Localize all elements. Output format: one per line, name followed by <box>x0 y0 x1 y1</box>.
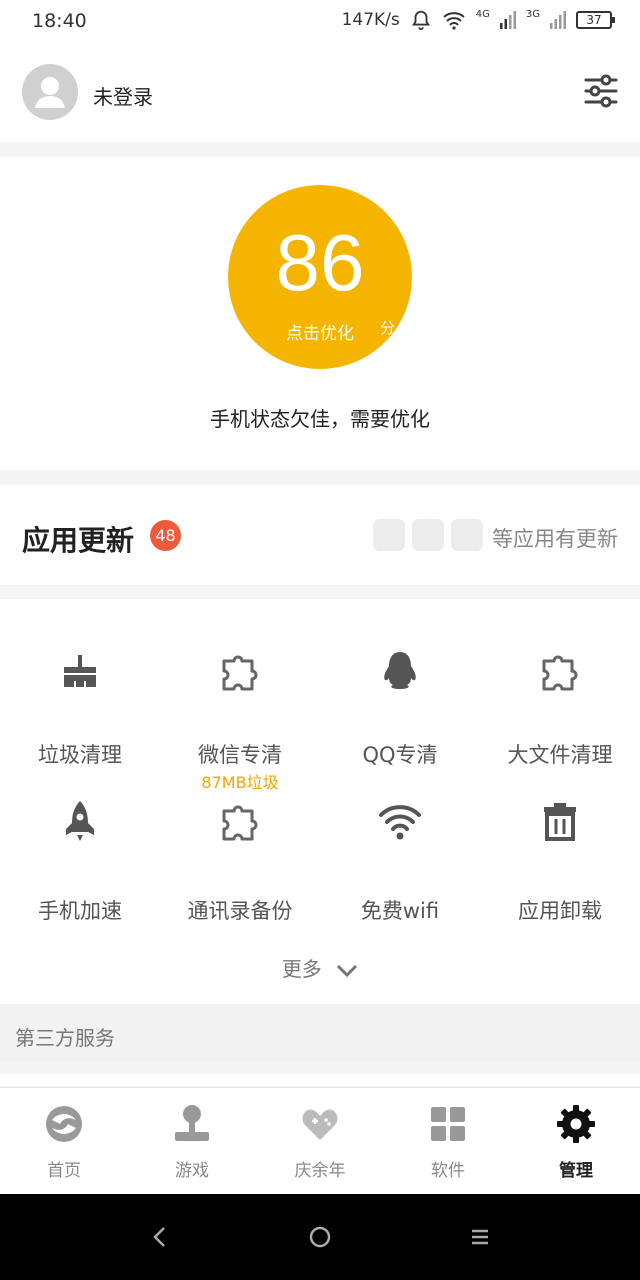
tab-games[interactable]: 游戏 <box>128 1088 256 1195</box>
third-party-title: 第三方服务 <box>15 1026 115 1050</box>
tab-label: 管理 <box>559 1161 593 1181</box>
more-label: 更多 <box>281 957 322 981</box>
tool-label: 垃圾清理 <box>38 743 122 767</box>
login-text[interactable]: 未登录 <box>93 81 153 110</box>
bell-icon <box>411 10 430 31</box>
more-button[interactable]: 更多 <box>0 953 640 982</box>
third-party-content <box>0 1074 640 1086</box>
tab-home[interactable]: 首页 <box>0 1088 128 1195</box>
broom-icon <box>64 655 96 687</box>
optimize-label: 点击优化 <box>286 324 354 344</box>
optimize-button[interactable]: 86 分 点击优化 <box>228 185 412 369</box>
signal-3g-icon: 3G <box>525 8 540 20</box>
wifi-icon <box>379 805 421 840</box>
tool-junk-clean[interactable]: 垃圾清理 <box>0 621 160 771</box>
bottom-tab-bar: 首页 游戏 庆余年 软件 管理 <box>0 1087 640 1194</box>
home-swirl-icon <box>46 1106 82 1142</box>
tool-label: 大文件清理 <box>507 743 613 767</box>
user-avatar-icon[interactable] <box>22 64 78 120</box>
tool-app-uninstall[interactable]: 应用卸载 <box>480 771 640 923</box>
tool-wechat-clean[interactable]: 微信专清 87MB垃圾 <box>160 621 320 792</box>
tab-software[interactable]: 软件 <box>384 1088 512 1195</box>
signal-bars-icon <box>499 11 516 29</box>
app-thumbnails <box>373 519 483 551</box>
rocket-icon <box>66 801 94 841</box>
signal-bars-icon-2 <box>550 11 566 29</box>
heart-gamepad-icon <box>302 1109 338 1140</box>
tool-label: QQ专清 <box>362 743 438 767</box>
app-thumbnail <box>373 519 405 551</box>
signal-4g-icon: 4G <box>475 8 490 20</box>
gear-icon <box>557 1105 595 1143</box>
status-time: 18:40 <box>32 10 87 32</box>
chevron-down-icon <box>337 964 358 977</box>
tool-label: 通讯录备份 <box>187 899 293 923</box>
updates-suffix-text: 等应用有更新 <box>492 527 618 551</box>
header: 未登录 <box>0 44 640 142</box>
status-icons: 147K/s 4G 3G 37 <box>341 8 615 31</box>
recents-icon[interactable] <box>465 1222 495 1252</box>
app-updates-card[interactable]: 应用更新 48 等应用有更新 <box>0 485 640 585</box>
puzzle-icon <box>222 805 258 841</box>
tool-label: 免费wifi <box>360 899 440 923</box>
sliders-icon[interactable] <box>584 74 618 108</box>
tab-label: 庆余年 <box>294 1161 346 1181</box>
trash-icon <box>544 803 576 841</box>
tab-label: 软件 <box>431 1161 465 1181</box>
tool-phone-boost[interactable]: 手机加速 <box>0 771 160 923</box>
tab-manage[interactable]: 管理 <box>512 1088 640 1195</box>
system-nav-bar <box>0 1194 640 1280</box>
puzzle-icon <box>542 655 578 691</box>
app-thumbnail <box>451 519 483 551</box>
tool-label: 应用卸载 <box>518 899 602 923</box>
app-thumbnail <box>412 519 444 551</box>
update-count-badge: 48 <box>150 520 181 551</box>
tool-label: 微信专清 <box>198 743 282 767</box>
score-card: 86 分 点击优化 手机状态欠佳，需要优化 <box>0 157 640 470</box>
tool-label: 手机加速 <box>38 899 122 923</box>
tool-large-file-clean[interactable]: 大文件清理 <box>480 621 640 771</box>
third-party-section-header: 第三方服务 <box>0 1005 640 1062</box>
wifi-status-icon <box>443 12 465 30</box>
net-speed: 147K/s <box>341 10 400 30</box>
joystick-icon <box>175 1105 209 1141</box>
tool-contacts-backup[interactable]: 通讯录备份 <box>160 771 320 923</box>
back-icon[interactable] <box>145 1222 175 1252</box>
tools-grid: 垃圾清理 微信专清 87MB垃圾 QQ专清 大文件清理 手机加速 通讯录备份 免… <box>0 599 640 1004</box>
penguin-icon <box>384 652 416 689</box>
status-bar: 18:40 147K/s 4G 3G 37 <box>0 0 640 44</box>
score-value: 86 <box>275 218 365 307</box>
tool-free-wifi[interactable]: 免费wifi <box>320 771 480 923</box>
tool-qq-clean[interactable]: QQ专清 <box>320 621 480 771</box>
tab-label: 首页 <box>47 1161 81 1181</box>
battery-icon: 37 <box>576 11 615 29</box>
app-updates-title: 应用更新 <box>22 524 135 557</box>
tab-qingyunian[interactable]: 庆余年 <box>256 1088 384 1195</box>
home-icon[interactable] <box>305 1222 335 1252</box>
phone-status-text: 手机状态欠佳，需要优化 <box>210 407 430 431</box>
grid-apps-icon <box>431 1107 465 1141</box>
puzzle-icon <box>222 655 258 691</box>
tab-label: 游戏 <box>175 1161 209 1181</box>
